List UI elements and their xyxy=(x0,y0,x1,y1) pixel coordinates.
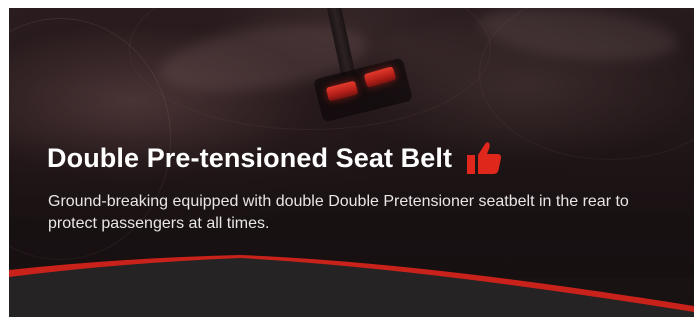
red-swoosh-divider xyxy=(0,0,694,317)
